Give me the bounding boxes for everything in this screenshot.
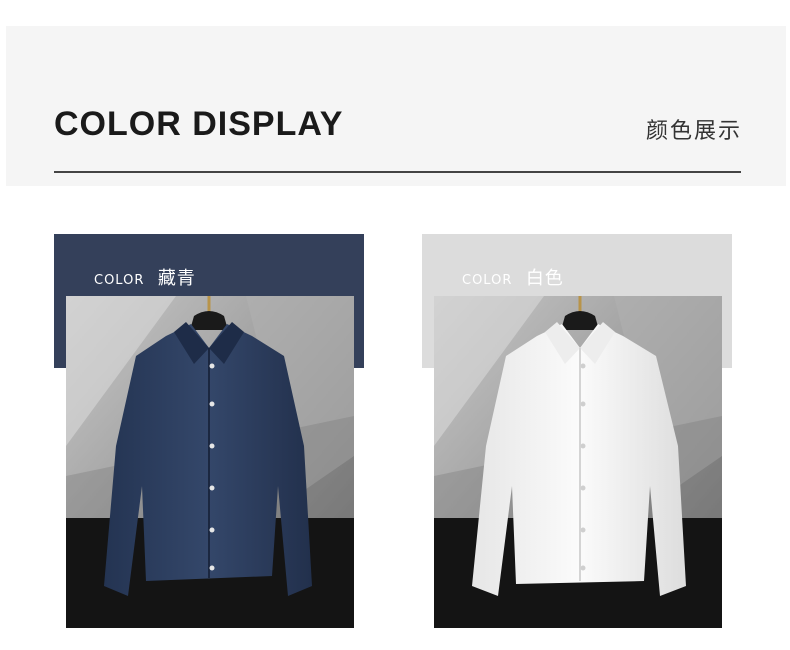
header-divider xyxy=(54,171,741,173)
page-subtitle: 颜色展示 xyxy=(645,119,742,144)
color-name: 白色 xyxy=(525,268,564,289)
shirt-photo-white xyxy=(434,296,722,628)
shirt-photo-navy xyxy=(66,296,354,628)
shirt-white-image xyxy=(434,296,722,628)
color-name: 藏青 xyxy=(157,268,196,289)
color-label: COLOR 白色 xyxy=(462,264,564,290)
shirt-navy-image xyxy=(66,296,354,628)
page-title: COLOR DISPLAY xyxy=(54,105,344,143)
color-word: COLOR xyxy=(94,273,145,288)
color-card-navy[interactable]: COLOR 藏青 xyxy=(54,234,364,628)
color-card-white[interactable]: COLOR 白色 xyxy=(422,234,732,628)
color-word: COLOR xyxy=(462,273,513,288)
color-label: COLOR 藏青 xyxy=(94,264,196,290)
